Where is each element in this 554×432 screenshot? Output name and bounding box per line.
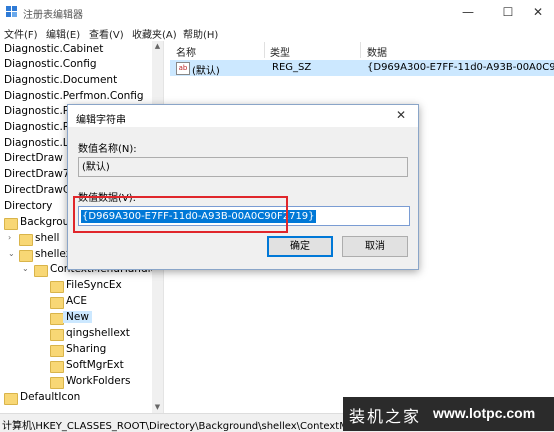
column-divider[interactable] bbox=[360, 42, 361, 58]
annotation-highlight-box bbox=[73, 196, 288, 233]
collapse-arrow-icon[interactable]: ⌄ bbox=[22, 264, 29, 273]
dialog-title: 编辑字符串 bbox=[76, 115, 126, 126]
table-row[interactable]: ab (默认) REG_SZ {D969A300-E7FF-11d0-A93B-… bbox=[170, 60, 554, 77]
column-header-type[interactable]: 类型 bbox=[270, 44, 290, 59]
value-type: REG_SZ bbox=[272, 62, 312, 73]
menu-bar: 文件(F) 编辑(E) 查看(V) 收藏夹(A) 帮助(H) bbox=[0, 24, 554, 41]
dialog-close-icon[interactable]: ✕ bbox=[396, 108, 406, 122]
status-path: 计算机\HKEY_CLASSES_ROOT\Directory\Backgrou… bbox=[2, 421, 375, 432]
tree-item-filesyncex[interactable]: FileSyncEx bbox=[4, 279, 154, 294]
title-bar: 注册表编辑器 — ☐ ✕ bbox=[0, 0, 554, 24]
registry-app-icon bbox=[6, 6, 17, 17]
window-title: 注册表编辑器 bbox=[23, 10, 83, 21]
column-divider[interactable] bbox=[264, 42, 265, 58]
menu-favorites[interactable]: 收藏夹(A) bbox=[132, 26, 177, 41]
folder-icon bbox=[50, 329, 64, 341]
scroll-down-icon[interactable]: ▼ bbox=[152, 402, 163, 413]
menu-edit[interactable]: 编辑(E) bbox=[46, 26, 80, 41]
expand-arrow-icon[interactable]: › bbox=[8, 233, 11, 242]
string-value-icon: ab bbox=[176, 62, 190, 75]
folder-icon bbox=[50, 361, 64, 373]
tree-item-softmgrext[interactable]: SoftMgrExt bbox=[4, 359, 154, 374]
column-header-name[interactable]: 名称 bbox=[176, 44, 196, 59]
tree-item-sharing[interactable]: Sharing bbox=[4, 343, 154, 358]
menu-file[interactable]: 文件(F) bbox=[4, 26, 38, 41]
folder-icon bbox=[34, 265, 48, 277]
dialog-body: 数值名称(N): (默认) 数值数据(V): {D969A300-E7FF-11… bbox=[68, 127, 418, 269]
close-button[interactable]: ✕ bbox=[522, 0, 554, 24]
column-header-data[interactable]: 数据 bbox=[367, 44, 387, 59]
value-data: {D969A300-E7FF-11d0-A93B-00A0C90F2 bbox=[367, 62, 554, 73]
folder-icon bbox=[4, 393, 18, 405]
tree-item-new[interactable]: New bbox=[4, 311, 154, 326]
menu-help[interactable]: 帮助(H) bbox=[183, 26, 218, 41]
collapse-arrow-icon[interactable]: ⌄ bbox=[8, 249, 15, 258]
folder-icon bbox=[50, 377, 64, 389]
folder-icon bbox=[50, 281, 64, 293]
folder-icon bbox=[4, 218, 18, 230]
cancel-button[interactable]: 取消 bbox=[342, 236, 408, 257]
site-watermark: 装机之家 www.lotpc.com bbox=[343, 397, 554, 431]
value-name-label: 数值名称(N): bbox=[78, 144, 137, 155]
folder-icon bbox=[19, 250, 33, 262]
folder-icon bbox=[50, 297, 64, 309]
tree-item-defaulticon[interactable]: DefaultIcon bbox=[4, 391, 154, 406]
folder-icon bbox=[50, 313, 64, 325]
folder-icon bbox=[50, 345, 64, 357]
edit-string-dialog: 编辑字符串 ✕ 数值名称(N): (默认) 数值数据(V): {D969A300… bbox=[67, 104, 419, 270]
value-name-field: (默认) bbox=[78, 157, 408, 177]
folder-icon bbox=[19, 234, 33, 246]
value-name: (默认) bbox=[192, 66, 220, 77]
minimize-button[interactable]: — bbox=[448, 0, 488, 24]
menu-view[interactable]: 查看(V) bbox=[89, 26, 124, 41]
watermark-brand: 装机之家 bbox=[349, 407, 422, 426]
tree-item-workfolders[interactable]: WorkFolders bbox=[4, 375, 154, 390]
watermark-url: www.lotpc.com bbox=[433, 405, 536, 421]
scroll-up-icon[interactable]: ▲ bbox=[152, 41, 163, 52]
tree-item-qingshellext[interactable]: qingshellext bbox=[4, 327, 154, 342]
ok-button[interactable]: 确定 bbox=[267, 236, 333, 257]
tree-item-ace[interactable]: ACE bbox=[4, 295, 154, 310]
